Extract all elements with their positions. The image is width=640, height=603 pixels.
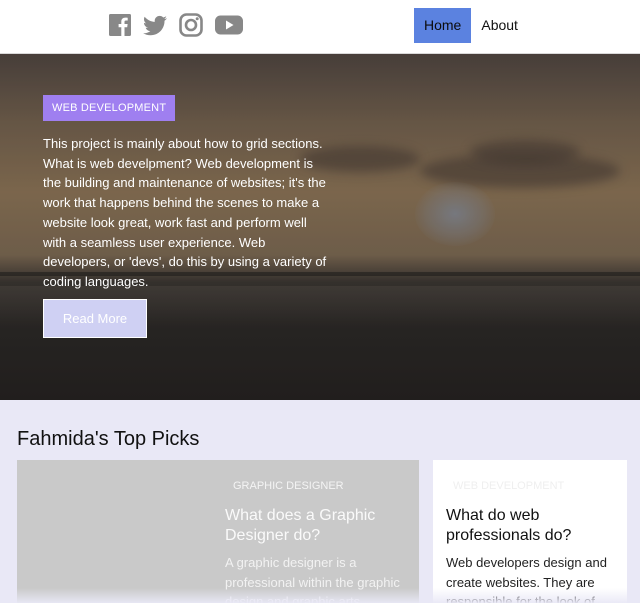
nav-about-link[interactable]: About (471, 8, 528, 43)
read-more-button[interactable]: Read More (43, 299, 147, 338)
hero-description: This project is mainly about how to grid… (43, 136, 327, 289)
hero-category-badge[interactable]: WEB DEVELOPMENT (43, 95, 176, 121)
pick-card-featured[interactable]: GRAPHIC DESIGNER What does a Graphic Des… (17, 460, 419, 603)
twitter-icon[interactable] (142, 12, 168, 38)
main-nav: Home About (414, 8, 528, 43)
hero-section: WEB DEVELOPMENT This project is mainly a… (0, 54, 640, 400)
instagram-icon[interactable] (178, 12, 204, 38)
facebook-icon[interactable] (108, 12, 132, 38)
nav-home-link[interactable]: Home (414, 8, 472, 43)
section-title: Fahmida's Top Picks (17, 428, 200, 450)
card-title[interactable]: What does a Graphic Designer do? (225, 506, 405, 546)
youtube-icon[interactable] (214, 12, 244, 38)
top-bar: Home About (0, 0, 640, 54)
bottom-fade (0, 588, 640, 603)
card-title[interactable]: What do web professionals do? (446, 506, 616, 546)
pick-card[interactable]: WEB DEVELOPMENT What do web professional… (433, 460, 627, 603)
social-links (108, 12, 244, 38)
card-category: GRAPHIC DESIGNER (233, 480, 344, 492)
card-category: WEB DEVELOPMENT (453, 480, 565, 492)
